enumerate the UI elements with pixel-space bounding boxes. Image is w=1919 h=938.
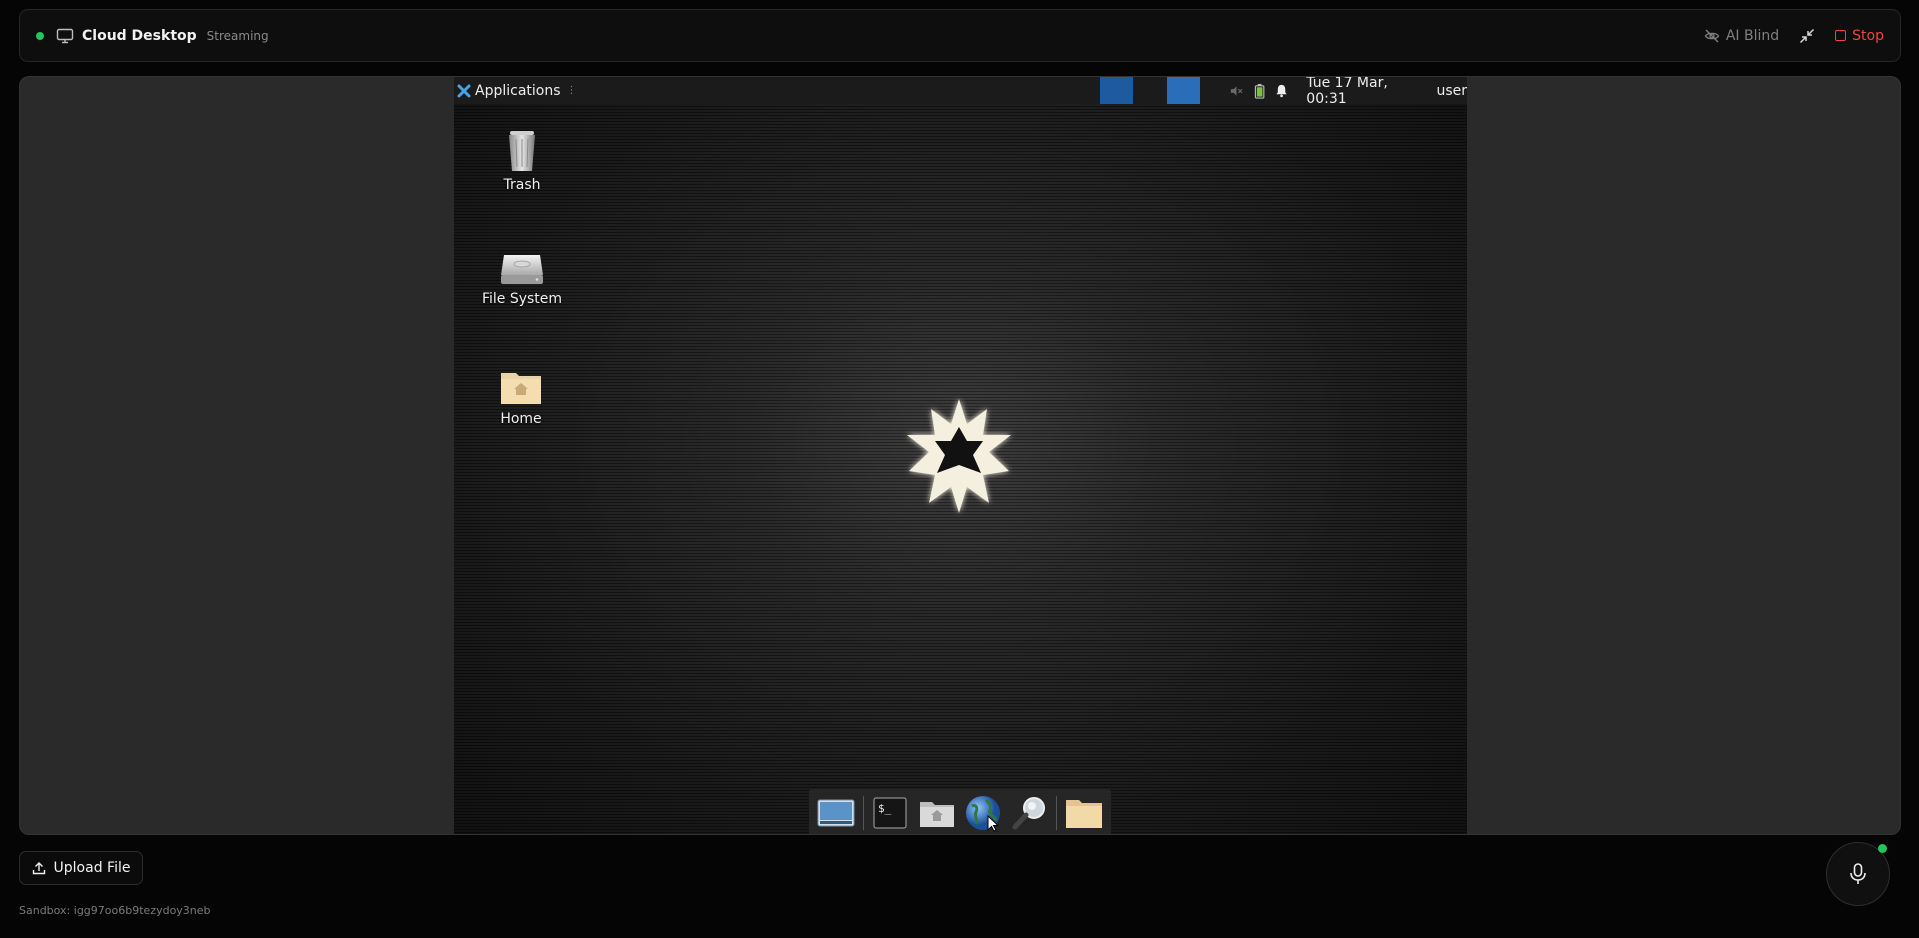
dock-separator bbox=[1056, 795, 1058, 830]
panel-handle-icon: ⋮ bbox=[566, 85, 577, 96]
search-icon bbox=[1012, 796, 1045, 829]
dock-separator bbox=[862, 795, 864, 830]
panel-clock[interactable]: Tue 17 Mar, 00:31 bbox=[1306, 77, 1424, 107]
stop-icon bbox=[1835, 30, 1847, 41]
svg-text:$_: $_ bbox=[878, 802, 892, 815]
panel-user[interactable]: user bbox=[1436, 83, 1467, 99]
remote-desktop[interactable]: Applications ⋮ Tue 17 Mar, 00:31 user Tr… bbox=[454, 77, 1467, 834]
dock-item-show-desktop[interactable] bbox=[816, 793, 856, 833]
dock-item-terminal[interactable]: $_ bbox=[870, 793, 910, 833]
sandbox-id: Sandbox: igg97oo6b9tezydoy3neb bbox=[19, 904, 211, 917]
applications-menu[interactable]: Applications ⋮ bbox=[454, 83, 577, 99]
microphone-icon bbox=[1850, 863, 1866, 884]
desktop-icon-home[interactable]: Home bbox=[476, 367, 566, 427]
desktop-icon-label: File System bbox=[481, 291, 563, 307]
home-folder-icon bbox=[919, 801, 954, 827]
workspace-switcher bbox=[1100, 77, 1200, 104]
minimize-arrows-icon bbox=[1800, 28, 1815, 43]
ai-blind-toggle[interactable]: AI Blind bbox=[1704, 28, 1779, 44]
drive-icon bbox=[501, 255, 543, 284]
app-title: Cloud Desktop bbox=[82, 27, 197, 44]
xfce-logo-icon bbox=[457, 84, 471, 97]
volume-muted-icon[interactable] bbox=[1229, 84, 1244, 98]
upload-file-button[interactable]: Upload File bbox=[19, 851, 143, 885]
desktop-logo-star-icon bbox=[907, 399, 1011, 513]
dock-item-search[interactable] bbox=[1010, 793, 1050, 833]
ai-blind-label: AI Blind bbox=[1725, 27, 1780, 44]
desktop-icon-label: Trash bbox=[503, 177, 541, 193]
status-indicator-dot bbox=[36, 31, 44, 40]
desktop-icon-file-system[interactable]: File System bbox=[477, 247, 567, 307]
desktop-icon-label: Home bbox=[500, 411, 542, 427]
notification-bell-icon[interactable] bbox=[1275, 83, 1288, 98]
eye-off-icon bbox=[1704, 29, 1720, 42]
dock-item-home-folder[interactable] bbox=[917, 793, 957, 833]
show-desktop-icon bbox=[817, 799, 855, 826]
dock: $_ bbox=[809, 789, 1111, 834]
workspace-gap bbox=[1133, 77, 1167, 104]
top-bar: Cloud Desktop Streaming AI Blind Stop bbox=[19, 9, 1901, 62]
desktop-panel: Applications ⋮ Tue 17 Mar, 00:31 user bbox=[454, 77, 1467, 107]
system-tray: Tue 17 Mar, 00:31 user bbox=[1229, 77, 1467, 107]
dock-item-web-browser[interactable] bbox=[963, 793, 1003, 833]
minimize-button[interactable] bbox=[1797, 26, 1817, 46]
battery-icon[interactable] bbox=[1254, 83, 1265, 99]
upload-icon bbox=[32, 862, 45, 875]
workspace-1[interactable] bbox=[1100, 77, 1133, 104]
applications-label: Applications bbox=[475, 82, 561, 99]
terminal-icon: $_ bbox=[873, 797, 907, 828]
mic-status-dot bbox=[1878, 844, 1887, 853]
stream-viewport[interactable]: Applications ⋮ Tue 17 Mar, 00:31 user Tr… bbox=[19, 76, 1901, 835]
home-folder-icon bbox=[501, 373, 541, 404]
workspace-2[interactable] bbox=[1167, 77, 1200, 104]
trash-icon bbox=[509, 131, 535, 171]
dock-item-folder[interactable] bbox=[1064, 793, 1104, 833]
web-browser-icon bbox=[966, 795, 1001, 832]
desktop-icon-trash[interactable]: Trash bbox=[477, 127, 567, 193]
monitor-icon bbox=[56, 28, 74, 43]
stop-button[interactable]: Stop bbox=[1835, 28, 1884, 44]
stream-status: Streaming bbox=[206, 28, 269, 43]
stop-label: Stop bbox=[1852, 27, 1884, 44]
folder-icon bbox=[1065, 799, 1102, 828]
upload-file-label: Upload File bbox=[53, 860, 131, 876]
